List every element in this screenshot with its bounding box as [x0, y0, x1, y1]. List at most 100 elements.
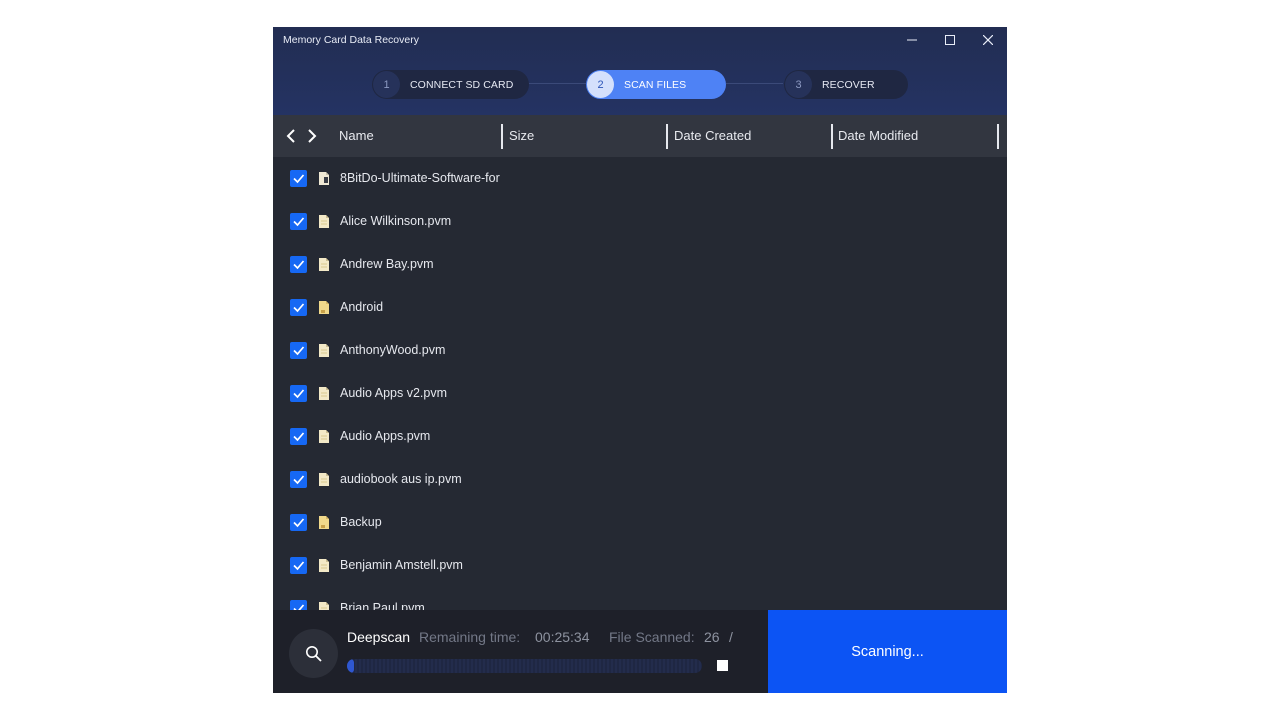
file-name: Backup: [340, 515, 382, 529]
chevron-right-icon: [308, 129, 317, 143]
column-name[interactable]: Name: [339, 128, 374, 143]
app-window: Memory Card Data Recovery 1 CONNECT SD C…: [273, 27, 1007, 693]
column-divider[interactable]: [666, 124, 668, 149]
file-checkbox[interactable]: [290, 342, 307, 359]
file-list[interactable]: 8BitDo-Ultimate-Software-for Alice Wilkin…: [273, 157, 1007, 610]
scan-progress-panel: Deepscan Remaining time: 00:25:34 File S…: [273, 610, 768, 693]
file-row[interactable]: AnthonyWood.pvm: [273, 329, 1007, 372]
file-row[interactable]: 8BitDo-Ultimate-Software-for: [273, 157, 1007, 200]
file-row[interactable]: Audio Apps v2.pvm: [273, 372, 1007, 415]
check-icon: [293, 561, 305, 571]
file-name: 8BitDo-Ultimate-Software-for: [340, 171, 500, 185]
step-recover[interactable]: 3 RECOVER: [784, 70, 908, 99]
file-name: Benjamin Amstell.pvm: [340, 558, 463, 572]
file-row[interactable]: Android: [273, 286, 1007, 329]
title-bar: Memory Card Data Recovery 1 CONNECT SD C…: [273, 27, 1007, 115]
files-scanned-value: 26: [704, 629, 720, 645]
file-row[interactable]: Brian Paul.pvm: [273, 587, 1007, 610]
file-row[interactable]: Benjamin Amstell.pvm: [273, 544, 1007, 587]
maximize-icon: [945, 35, 955, 45]
file-checkbox[interactable]: [290, 213, 307, 230]
file-name: audiobook aus ip.pvm: [340, 472, 462, 486]
file-checkbox[interactable]: [290, 557, 307, 574]
file-checkbox[interactable]: [290, 385, 307, 402]
file-name: Android: [340, 300, 384, 314]
file-checkbox[interactable]: [290, 299, 307, 316]
window-title: Memory Card Data Recovery: [283, 34, 419, 46]
chevron-left-icon: [286, 129, 295, 143]
stepper-connector: [726, 83, 783, 84]
file-icon: [318, 343, 330, 358]
scanning-button[interactable]: Scanning...: [768, 610, 1007, 693]
check-icon: [293, 432, 305, 442]
step-label: CONNECT SD CARD: [410, 78, 514, 91]
file-name: Andrew Bay.pvm: [340, 257, 434, 271]
close-icon: [983, 35, 993, 45]
file-row[interactable]: Audio Apps.pvm: [273, 415, 1007, 458]
file-name: Alice Wilkinson.pvm: [340, 214, 452, 228]
step-number: 2: [587, 71, 614, 98]
file-icon: [318, 171, 330, 186]
file-row[interactable]: Andrew Bay.pvm: [273, 243, 1007, 286]
check-icon: [293, 174, 305, 184]
check-icon: [293, 475, 305, 485]
file-name: Audio Apps v2.pvm: [340, 386, 448, 400]
step-scan-files[interactable]: 2 SCAN FILES: [586, 70, 726, 99]
step-number: 1: [373, 71, 400, 98]
column-divider[interactable]: [831, 124, 833, 149]
remaining-time-value: 00:25:34: [535, 629, 590, 645]
file-icon: [318, 558, 330, 573]
file-name: AnthonyWood.pvm: [340, 343, 446, 357]
file-row[interactable]: Backup: [273, 501, 1007, 544]
file-icon: [318, 214, 330, 229]
file-icon: [318, 386, 330, 401]
close-button[interactable]: [976, 31, 1000, 49]
file-row[interactable]: audiobook aus ip.pvm: [273, 458, 1007, 501]
file-icon: [318, 601, 330, 610]
file-checkbox[interactable]: [290, 170, 307, 187]
file-icon: [318, 472, 330, 487]
check-icon: [293, 518, 305, 528]
remaining-time-label: Remaining time:: [419, 629, 521, 645]
file-checkbox[interactable]: [290, 514, 307, 531]
maximize-button[interactable]: [938, 31, 962, 49]
scan-mode: Deepscan: [347, 629, 411, 645]
file-icon: [318, 257, 330, 272]
column-divider[interactable]: [997, 124, 999, 149]
column-divider[interactable]: [501, 124, 503, 149]
check-icon: [293, 604, 305, 610]
folder-icon: [318, 300, 330, 315]
file-row[interactable]: Alice Wilkinson.pvm: [273, 200, 1007, 243]
check-icon: [293, 389, 305, 399]
scan-status-bar: Deepscan Remaining time: 00:25:34 File S…: [273, 610, 1007, 693]
file-checkbox[interactable]: [290, 256, 307, 273]
column-date-created[interactable]: Date Created: [674, 128, 751, 143]
files-scanned-separator: /: [729, 629, 733, 645]
stop-button[interactable]: [717, 660, 728, 671]
check-icon: [293, 217, 305, 227]
file-icon: [318, 429, 330, 444]
minimize-button[interactable]: [900, 31, 924, 49]
step-connect-sd-card[interactable]: 1 CONNECT SD CARD: [372, 70, 529, 99]
minimize-icon: [907, 39, 917, 41]
step-number: 3: [785, 71, 812, 98]
files-scanned-label: File Scanned:: [609, 629, 695, 645]
column-size[interactable]: Size: [509, 128, 534, 143]
scan-progress-bar: [347, 659, 702, 673]
step-label: RECOVER: [822, 78, 875, 91]
file-checkbox[interactable]: [290, 428, 307, 445]
check-icon: [293, 260, 305, 270]
file-name: Audio Apps.pvm: [340, 429, 431, 443]
forward-button[interactable]: [303, 125, 321, 147]
file-checkbox[interactable]: [290, 471, 307, 488]
file-checkbox[interactable]: [290, 600, 307, 610]
back-button[interactable]: [282, 125, 300, 147]
file-name: Brian Paul.pvm: [340, 601, 425, 610]
search-icon: [305, 645, 322, 662]
column-date-modified[interactable]: Date Modified: [838, 128, 918, 143]
check-icon: [293, 303, 305, 313]
file-list-header: Name Size Date Created Date Modified: [273, 115, 1007, 157]
step-label: SCAN FILES: [624, 78, 687, 91]
check-icon: [293, 346, 305, 356]
search-button[interactable]: [289, 629, 338, 678]
